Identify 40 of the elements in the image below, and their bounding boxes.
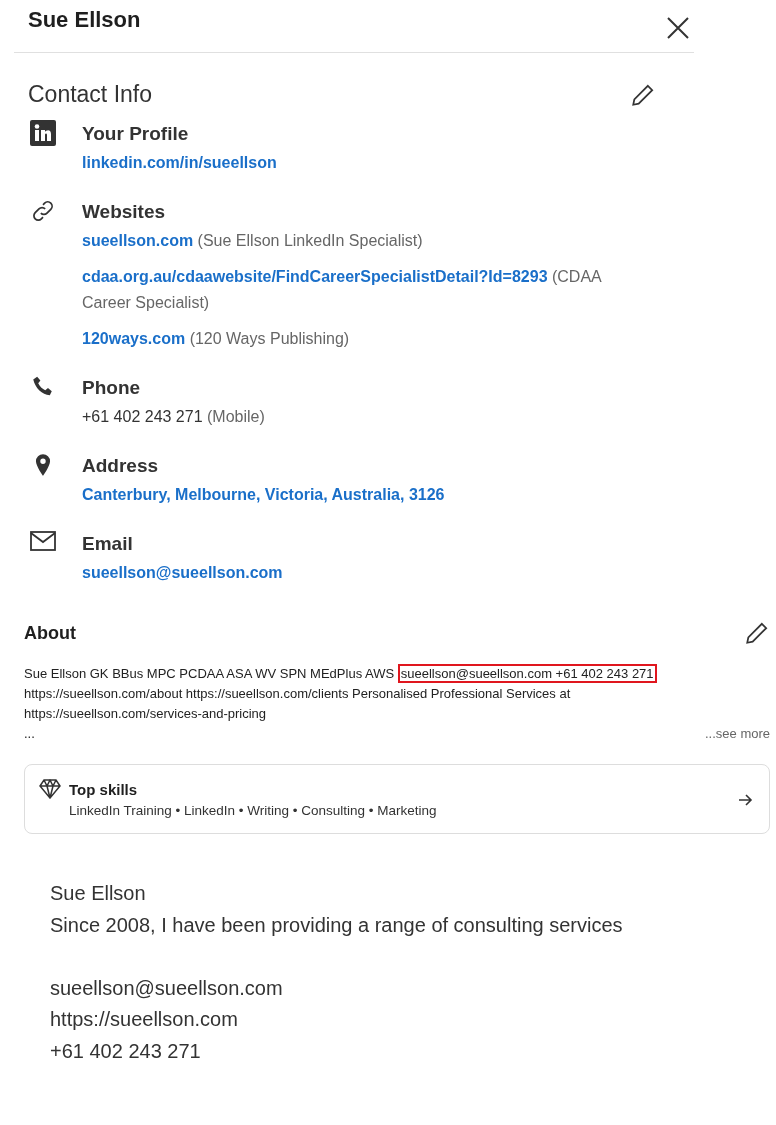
linkedin-icon (30, 120, 56, 146)
contact-entry: 120ways.com (120 Ways Publishing) (82, 329, 351, 349)
excerpt-line: Sue Ellson (50, 882, 146, 904)
contact-entry: sueellson.com (Sue Ellson LinkedIn Specialist) (82, 231, 424, 251)
contact-link[interactable]: sueellson@sueellson.com (82, 564, 283, 581)
edit-button[interactable] (744, 620, 770, 646)
contact-label: Email (82, 533, 133, 554)
contact-link[interactable]: cdaa.org.au/cdaawebsite/FindCareerSpecialistDetail?Id=8293 (82, 268, 548, 285)
top-skills-card[interactable]: Top skills LinkedIn Training • LinkedIn • Writing • Consulting • Marketing (24, 764, 770, 834)
contact-label: Websites (82, 201, 166, 222)
contact-link[interactable]: linkedin.com/in/sueellson (82, 154, 277, 171)
excerpt-line: +61 402 243 271 (50, 1039, 201, 1062)
ellipsis-text: ... (24, 725, 35, 743)
section-title: Contact Info (28, 81, 153, 108)
contact-value: +61 402 243 271 (82, 408, 203, 425)
contact-label: Phone (82, 377, 141, 398)
contact-label: Your Profile (82, 123, 189, 144)
contact-entry: +61 402 243 271 (Mobile) (82, 407, 266, 427)
section-title: About (24, 622, 76, 644)
diamond-icon (39, 779, 61, 799)
link-icon (30, 198, 56, 224)
envelope-icon (30, 530, 56, 552)
about-text: https://sueellson.com/about https://sueellson.com/clients Personalised Professional Services at https://sueellson.com/services-and-pricing (24, 686, 571, 721)
about-text: Sue Ellson GK BBus MPC PCDAA ASA WV SPN MEdPlus AWS (24, 666, 395, 681)
contact-entry: cdaa.org.au/cdaawebsite/FindCareerSpecialistDetail?Id=8293 (CDAA Career Specialist) (82, 267, 603, 313)
card-title: Top skills (69, 780, 139, 800)
contact-label: Address (82, 455, 159, 476)
excerpt-line: https://sueellson.com (50, 1008, 238, 1030)
excerpt-line: Since 2008, I have been providing a range of consulting services (50, 913, 623, 936)
excerpt-line: sueellson@sueellson.com (50, 976, 283, 999)
contact-link[interactable]: Canterbury, Melbourne, Victoria, Australia, 3126 (82, 486, 445, 503)
skills-list: LinkedIn Training • LinkedIn • Writing • Consulting • Marketing (69, 801, 437, 821)
highlighted-text: sueellson@sueellson.com +61 402 243 271 (397, 664, 657, 683)
contact-link[interactable]: sueellson.com (82, 232, 194, 249)
edit-icon (744, 620, 770, 646)
dialog-title: Sue Ellson (28, 7, 141, 33)
close-button[interactable] (666, 16, 690, 40)
contact-link[interactable]: 120ways.com (82, 330, 186, 347)
see-more-link[interactable]: ...see more (704, 724, 770, 744)
arrow-right-icon (739, 794, 753, 806)
